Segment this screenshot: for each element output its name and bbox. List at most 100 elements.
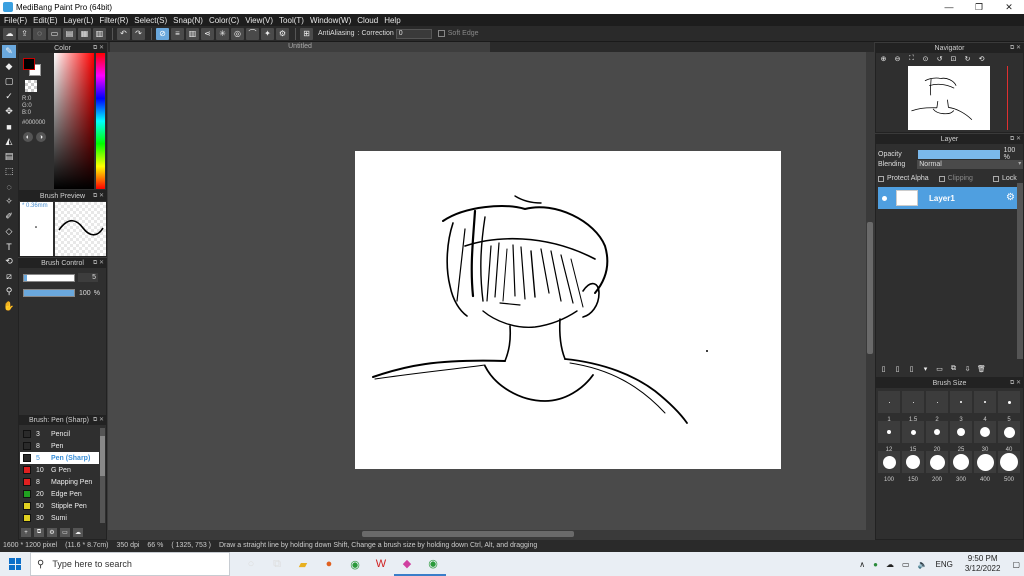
brush-cloud-icon[interactable]: ☁ xyxy=(73,528,83,537)
menu-select[interactable]: Select(S) xyxy=(132,16,171,25)
lasso-tool-icon[interactable]: ◌ xyxy=(2,180,16,193)
wps-icon[interactable]: W xyxy=(368,552,394,576)
brush-size-cell[interactable]: 150 xyxy=(902,451,924,483)
foreground-color-swatch[interactable] xyxy=(23,58,35,70)
correction-select[interactable]: 0 xyxy=(395,28,432,39)
dot-tool-icon[interactable]: ▢ xyxy=(2,75,16,88)
brush-list-item[interactable]: 50 Stipple Pen xyxy=(20,500,99,512)
gradient-tool-icon[interactable]: ▤ xyxy=(2,150,16,163)
navigator-thumbnail[interactable] xyxy=(908,66,990,130)
panel-icon[interactable]: ▥ xyxy=(93,27,106,40)
task-view-icon[interactable]: ⧉ xyxy=(264,552,290,576)
menu-edit[interactable]: Edit(E) xyxy=(31,16,61,25)
radial-snap-icon[interactable]: ✳ xyxy=(216,27,229,40)
menu-snap[interactable]: Snap(N) xyxy=(171,16,207,25)
divide-tool-icon[interactable]: ⧄ xyxy=(2,270,16,283)
magic-wand-icon[interactable]: ✧ xyxy=(2,195,16,208)
taskbar-clock[interactable]: 9:50 PM 3/12/2022 xyxy=(965,554,1001,574)
grid-icon[interactable]: ▦ xyxy=(78,27,91,40)
cross-snap-icon[interactable]: ▥ xyxy=(186,27,199,40)
canvas-tab[interactable]: Untitled xyxy=(110,42,490,52)
layer-item[interactable]: Layer1 ⚙ xyxy=(878,187,1018,209)
notifications-icon[interactable]: ▢ xyxy=(1012,560,1020,569)
merge-layer-icon[interactable]: ⇩ xyxy=(962,364,973,374)
brush-size-cell[interactable]: 200 xyxy=(926,451,948,483)
soft-edge-checkbox[interactable] xyxy=(437,30,445,37)
panel-dock-icon[interactable]: ⧉ ✕ xyxy=(93,259,104,268)
panel-dock-icon[interactable]: ⧉ ✕ xyxy=(93,416,104,425)
chat-icon[interactable]: ◌ xyxy=(33,27,46,40)
circle-snap-icon[interactable]: ◎ xyxy=(231,27,244,40)
close-button[interactable]: ✕ xyxy=(994,0,1024,14)
brush-size-cell[interactable]: 2 xyxy=(926,391,948,423)
panel-dock-icon[interactable]: ⧉ ✕ xyxy=(93,44,104,53)
minimize-button[interactable]: — xyxy=(934,0,964,14)
drawing-canvas[interactable] xyxy=(355,151,781,469)
hex-value[interactable]: #000000 xyxy=(22,120,45,126)
cloud-upload-icon[interactable]: ⇪ xyxy=(18,27,31,40)
zoom-actual-icon[interactable]: ⊙ xyxy=(920,54,931,64)
brush-size-cell[interactable]: 15 xyxy=(902,421,924,453)
menu-color[interactable]: Color(C) xyxy=(207,16,243,25)
snap-settings-icon[interactable]: ✦ xyxy=(261,27,274,40)
curve-snap-icon[interactable]: ⌒ xyxy=(246,27,259,40)
operation-tool-icon[interactable]: ⟲ xyxy=(2,255,16,268)
delete-layer-icon[interactable]: 🗑 xyxy=(976,364,987,374)
gear-icon[interactable]: ⚙ xyxy=(276,27,289,40)
undo-icon[interactable]: ↶ xyxy=(117,27,130,40)
select-pen-icon[interactable]: ✐ xyxy=(2,210,16,223)
panel-dock-icon[interactable]: ⧉ ✕ xyxy=(93,192,104,201)
brush-size-cell[interactable]: 30 xyxy=(974,421,996,453)
brush-size-cell[interactable]: 40 xyxy=(998,421,1020,453)
tray-expand-icon[interactable]: ∧ xyxy=(859,560,865,569)
brush-size-cell[interactable]: 5 xyxy=(998,391,1020,423)
lock-checkbox[interactable] xyxy=(992,175,999,182)
protect-alpha-checkbox[interactable] xyxy=(878,175,884,182)
menu-window[interactable]: Window(W) xyxy=(308,16,355,25)
color-wheel-icon[interactable]: ◐ xyxy=(23,132,33,142)
panel-dock-icon[interactable]: ⧉ ✕ xyxy=(1010,44,1021,53)
menu-filter[interactable]: Filter(R) xyxy=(97,16,132,25)
canvas-vertical-scrollbar[interactable] xyxy=(866,52,874,530)
shape-tool-icon[interactable]: ■ xyxy=(2,120,16,133)
hue-slider[interactable] xyxy=(96,53,105,189)
menu-view[interactable]: View(V) xyxy=(243,16,277,25)
antialiasing-icon[interactable]: ⊞ xyxy=(300,27,313,40)
brush-size-cell[interactable]: 20 xyxy=(926,421,948,453)
redo-icon[interactable]: ↷ xyxy=(132,27,145,40)
layer-folder-icon[interactable]: ▭ xyxy=(934,364,945,374)
palette-icon[interactable]: ◑ xyxy=(36,132,46,142)
menu-layer[interactable]: Layer(L) xyxy=(62,16,98,25)
brush-size-cell[interactable]: 12 xyxy=(878,421,900,453)
brush-folder-icon[interactable]: ▭ xyxy=(60,528,70,537)
brush-list-scrollbar[interactable] xyxy=(100,428,105,523)
add-brush-icon[interactable]: + xyxy=(21,528,31,537)
language-indicator[interactable]: ENG xyxy=(936,560,953,569)
medibang-app-icon[interactable]: ◆ xyxy=(394,552,420,576)
brush-size-cell[interactable]: 3 xyxy=(950,391,972,423)
new-halftone-layer-icon[interactable]: ▯ xyxy=(892,364,903,374)
brush-list-item[interactable]: 20 Edge Pen xyxy=(20,488,99,500)
brush-size-cell[interactable]: 500 xyxy=(998,451,1020,483)
vanishing-snap-icon[interactable]: ⋖ xyxy=(201,27,214,40)
layer-settings-gear-icon[interactable]: ⚙ xyxy=(1006,192,1015,203)
brush-list-item[interactable]: 3 Pencil xyxy=(20,428,99,440)
windows-start-icon[interactable] xyxy=(9,558,21,570)
rotate-right-icon[interactable]: ↻ xyxy=(962,54,973,64)
bucket-tool-icon[interactable]: ◭ xyxy=(2,135,16,148)
new-layer-icon[interactable]: ▯ xyxy=(878,364,889,374)
select-eraser-icon[interactable]: ◇ xyxy=(2,225,16,238)
cortana-icon[interactable]: ○ xyxy=(238,552,264,576)
page-icon[interactable]: ▤ xyxy=(63,27,76,40)
brush-list-item[interactable]: 10 G Pen xyxy=(20,464,99,476)
menu-tool[interactable]: Tool(T) xyxy=(277,16,308,25)
brush-size-cell[interactable]: 25 xyxy=(950,421,972,453)
panel-dock-icon[interactable]: ⧉ ✕ xyxy=(1010,379,1021,388)
parallel-snap-icon[interactable]: ≡ xyxy=(171,27,184,40)
canvas-area[interactable] xyxy=(108,52,866,530)
reset-rotation-icon[interactable]: ⟲ xyxy=(976,54,987,64)
brush-tool-icon[interactable]: ✎ xyxy=(2,45,16,58)
network-icon[interactable]: ▭ xyxy=(902,560,910,569)
layer-menu-icon[interactable]: ▾ xyxy=(920,364,931,374)
brush-size-slider[interactable] xyxy=(23,273,75,282)
